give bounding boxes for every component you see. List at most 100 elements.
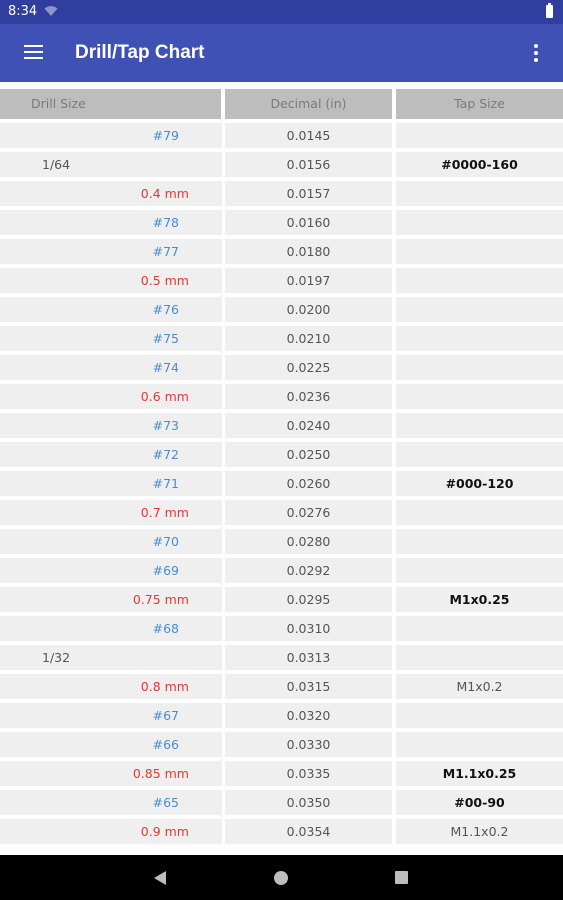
decimal-cell: 0.0240 — [225, 413, 392, 438]
table-row[interactable]: 0.75 mm 0.0295 M1x0.25 — [0, 585, 563, 614]
table-row[interactable]: #78 0.0160 — [0, 208, 563, 237]
tap-size-cell — [396, 529, 563, 554]
table-row[interactable]: #72 0.0250 — [0, 440, 563, 469]
drill-size-value: #66 — [152, 737, 179, 752]
decimal-cell: 0.0180 — [225, 239, 392, 264]
tap-size-cell — [396, 384, 563, 409]
header-decimal[interactable]: Decimal (in) — [225, 89, 392, 119]
table-row[interactable]: 0.6 mm 0.0236 — [0, 382, 563, 411]
tap-size-cell — [396, 703, 563, 728]
tap-size-cell: M1.1x0.2 — [396, 819, 563, 844]
status-bar: 8:34 — [0, 0, 563, 24]
app-bar: Drill/Tap Chart — [0, 24, 563, 82]
drill-size-cell: 0.75 mm — [0, 587, 222, 612]
drill-size-cell: #68 — [0, 616, 222, 641]
drill-size-cell: 0.7 mm — [0, 500, 222, 525]
decimal-cell: 0.0236 — [225, 384, 392, 409]
drill-size-value: 0.8 mm — [140, 679, 189, 694]
table-rows: #79 0.0145 1/64 0.0156 #0000-160 0.4 mm 0.0157… — [0, 121, 563, 846]
table-row[interactable]: #70 0.0280 — [0, 527, 563, 556]
tap-size-cell — [396, 123, 563, 148]
table-row[interactable]: 1/32 0.0313 — [0, 643, 563, 672]
drill-size-cell: 1/64 — [0, 152, 222, 177]
table-row[interactable]: #75 0.0210 — [0, 324, 563, 353]
decimal-cell: 0.0315 — [225, 674, 392, 699]
tap-size-cell — [396, 181, 563, 206]
tap-size-cell: M1x0.25 — [396, 587, 563, 612]
tap-size-cell — [396, 297, 563, 322]
decimal-cell: 0.0330 — [225, 732, 392, 757]
table-row[interactable]: 1/64 0.0156 #0000-160 — [0, 150, 563, 179]
drill-size-cell: #78 — [0, 210, 222, 235]
table-row[interactable]: #66 0.0330 — [0, 730, 563, 759]
decimal-cell: 0.0292 — [225, 558, 392, 583]
home-circle-icon[interactable] — [274, 871, 288, 885]
battery-icon — [546, 3, 553, 18]
header-tap-size[interactable]: Tap Size — [396, 89, 563, 119]
table-row[interactable]: #76 0.0200 — [0, 295, 563, 324]
drill-size-value: 0.6 mm — [140, 389, 189, 404]
drill-size-cell: #76 — [0, 297, 222, 322]
drill-size-value: #68 — [152, 621, 179, 636]
table-row[interactable]: 0.4 mm 0.0157 — [0, 179, 563, 208]
drill-size-value: 0.7 mm — [140, 505, 189, 520]
table-row[interactable]: 0.8 mm 0.0315 M1x0.2 — [0, 672, 563, 701]
table-row[interactable]: 0.5 mm 0.0197 — [0, 266, 563, 295]
tap-size-cell — [396, 645, 563, 670]
drill-size-value: #74 — [152, 360, 179, 375]
drill-size-cell: #65 — [0, 790, 222, 815]
table-row[interactable]: #73 0.0240 — [0, 411, 563, 440]
tap-size-cell — [396, 239, 563, 264]
table-row[interactable]: #79 0.0145 — [0, 121, 563, 150]
drill-size-cell: 0.8 mm — [0, 674, 222, 699]
table-row[interactable]: #68 0.0310 — [0, 614, 563, 643]
tap-size-cell — [396, 326, 563, 351]
table-row[interactable]: #71 0.0260 #000-120 — [0, 469, 563, 498]
table-row[interactable]: #65 0.0350 #00-90 — [0, 788, 563, 817]
drill-size-value: 1/32 — [42, 650, 71, 665]
drill-size-value: #70 — [152, 534, 179, 549]
decimal-cell: 0.0225 — [225, 355, 392, 380]
decimal-cell: 0.0145 — [225, 123, 392, 148]
drill-size-value: #65 — [152, 795, 179, 810]
decimal-cell: 0.0260 — [225, 471, 392, 496]
decimal-cell: 0.0310 — [225, 616, 392, 641]
tap-size-cell — [396, 210, 563, 235]
decimal-cell: 0.0160 — [225, 210, 392, 235]
drill-size-value: #67 — [152, 708, 179, 723]
header-drill-size[interactable]: Drill Size — [0, 89, 221, 119]
table-row[interactable]: 0.7 mm 0.0276 — [0, 498, 563, 527]
drill-size-cell: 1/32 — [0, 645, 222, 670]
chart-table[interactable]: Drill Size Decimal (in) Tap Size #79 0.01… — [0, 82, 563, 855]
more-vert-icon[interactable] — [533, 44, 539, 62]
drill-size-cell: 0.9 mm — [0, 819, 222, 844]
tap-size-cell — [396, 500, 563, 525]
drill-size-value: #72 — [152, 447, 179, 462]
decimal-cell: 0.0354 — [225, 819, 392, 844]
drill-size-value: #78 — [152, 215, 179, 230]
decimal-cell: 0.0280 — [225, 529, 392, 554]
table-row[interactable]: 0.9 mm 0.0354 M1.1x0.2 — [0, 817, 563, 846]
table-row[interactable]: #74 0.0225 — [0, 353, 563, 382]
decimal-cell: 0.0157 — [225, 181, 392, 206]
drill-size-value: #71 — [152, 476, 179, 491]
table-row[interactable]: #69 0.0292 — [0, 556, 563, 585]
drill-size-value: #75 — [152, 331, 179, 346]
drill-size-value: 0.4 mm — [140, 186, 189, 201]
hamburger-menu-icon[interactable] — [24, 45, 43, 59]
tap-size-cell: M1.1x0.25 — [396, 761, 563, 786]
decimal-cell: 0.0197 — [225, 268, 392, 293]
drill-size-value: #77 — [152, 244, 179, 259]
table-row[interactable]: #77 0.0180 — [0, 237, 563, 266]
drill-size-value: #79 — [152, 128, 179, 143]
drill-size-cell: #69 — [0, 558, 222, 583]
table-row[interactable]: #67 0.0320 — [0, 701, 563, 730]
decimal-cell: 0.0313 — [225, 645, 392, 670]
tap-size-cell: #0000-160 — [396, 152, 563, 177]
decimal-cell: 0.0350 — [225, 790, 392, 815]
table-row[interactable]: 0.85 mm 0.0335 M1.1x0.25 — [0, 759, 563, 788]
tap-size-cell — [396, 558, 563, 583]
recent-apps-square-icon[interactable] — [395, 871, 408, 884]
back-triangle-icon[interactable] — [154, 871, 166, 885]
drill-size-value: 0.85 mm — [132, 766, 189, 781]
